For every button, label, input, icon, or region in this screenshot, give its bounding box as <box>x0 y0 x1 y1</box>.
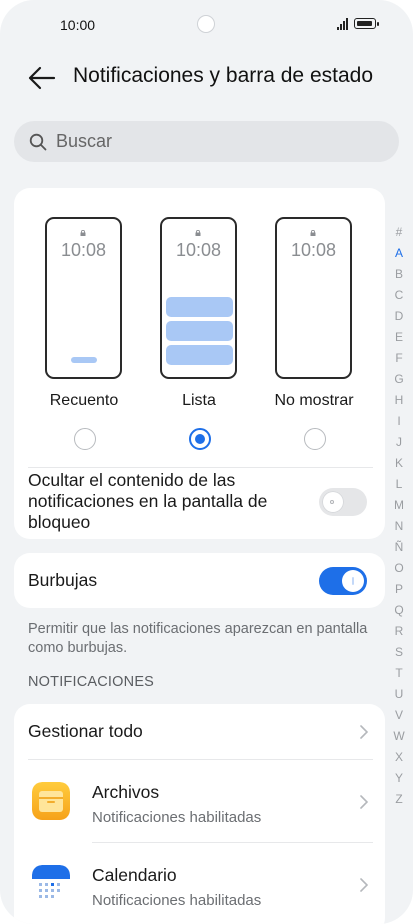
search-icon <box>29 133 47 151</box>
index-letter[interactable]: Q <box>390 600 408 621</box>
folder-icon <box>32 782 70 820</box>
index-letter[interactable]: O <box>390 558 408 579</box>
index-letter[interactable]: C <box>390 285 408 306</box>
preview-notification-bar <box>166 297 233 317</box>
battery-icon <box>354 18 379 29</box>
lock-screen-style-card: 10:08 10:08 10:08 Recuento Lista No most… <box>14 188 385 539</box>
index-letter[interactable]: # <box>390 222 408 243</box>
hide-content-toggle[interactable] <box>319 488 367 516</box>
index-letter[interactable]: H <box>390 390 408 411</box>
radio-no-mostrar[interactable] <box>304 428 326 450</box>
chevron-right-icon <box>360 725 368 739</box>
preview-clock: 10:08 <box>60 240 107 260</box>
manage-all-row[interactable]: Gestionar todo <box>14 704 385 759</box>
style-label-recuento: Recuento <box>49 392 119 409</box>
preview-notification-bar <box>166 321 233 341</box>
count-indicator <box>71 357 97 363</box>
preview-clock: 10:08 <box>290 240 337 260</box>
index-letter[interactable]: G <box>390 369 408 390</box>
bubbles-description: Permitir que las notificaciones aparezca… <box>28 621 368 656</box>
index-letter[interactable]: W <box>390 726 408 747</box>
search-input[interactable]: Buscar <box>14 121 399 162</box>
app-name: Archivos <box>92 782 160 802</box>
status-bar: 10:00 <box>0 0 413 50</box>
lock-icon <box>310 230 316 236</box>
index-letter[interactable]: M <box>390 495 408 516</box>
app-row-calendario[interactable]: Calendario Notificaciones habilitadas <box>14 843 385 924</box>
index-letter[interactable]: Y <box>390 768 408 789</box>
bubbles-label: Burbujas <box>28 570 98 590</box>
index-letter[interactable]: T <box>390 663 408 684</box>
notifications-section-title: NOTIFICACIONES <box>28 674 155 690</box>
bubbles-card: Burbujas <box>14 553 385 608</box>
index-letter[interactable]: F <box>390 348 408 369</box>
index-letter[interactable]: N <box>390 516 408 537</box>
front-camera <box>197 15 215 33</box>
index-letter[interactable]: V <box>390 705 408 726</box>
lock-icon <box>195 230 201 236</box>
alphabet-index[interactable]: # A B C D E F G H I J K L M N Ñ O P Q R S T U V W X Y Z <box>390 222 408 810</box>
signal-icon <box>337 18 348 30</box>
index-letter[interactable]: Z <box>390 789 408 810</box>
index-letter[interactable]: S <box>390 642 408 663</box>
manage-all-label: Gestionar todo <box>28 721 143 741</box>
chevron-right-icon <box>360 878 368 892</box>
style-preview-recuento[interactable]: 10:08 <box>45 217 122 379</box>
preview-clock: 10:08 <box>175 240 222 260</box>
index-letter[interactable]: Ñ <box>390 537 408 558</box>
index-letter[interactable]: A <box>390 243 408 264</box>
divider <box>28 467 373 468</box>
notifications-card: Gestionar todo Archivos Notificaciones h… <box>14 704 385 924</box>
index-letter[interactable]: K <box>390 453 408 474</box>
index-letter[interactable]: P <box>390 579 408 600</box>
hide-content-label: Ocultar el contenido de las notificacion… <box>28 470 268 532</box>
app-status: Notificaciones habilitadas <box>92 809 262 826</box>
status-time: 10:00 <box>60 17 96 33</box>
preview-notification-bar <box>166 345 233 365</box>
chevron-right-icon <box>360 795 368 809</box>
index-letter[interactable]: E <box>390 327 408 348</box>
index-letter[interactable]: J <box>390 432 408 453</box>
app-name: Calendario <box>92 865 177 885</box>
header: Notificaciones y barra de estado <box>0 55 413 101</box>
style-preview-no-mostrar[interactable]: 10:08 <box>275 217 352 379</box>
index-letter[interactable]: R <box>390 621 408 642</box>
index-letter[interactable]: X <box>390 747 408 768</box>
page-title: Notificaciones y barra de estado <box>73 64 373 87</box>
index-letter[interactable]: L <box>390 474 408 495</box>
bubbles-toggle[interactable] <box>319 567 367 595</box>
style-label-no-mostrar: No mostrar <box>274 392 354 409</box>
lock-icon <box>80 230 86 236</box>
search-placeholder: Buscar <box>56 131 113 151</box>
index-letter[interactable]: B <box>390 264 408 285</box>
index-letter[interactable]: D <box>390 306 408 327</box>
index-letter[interactable]: U <box>390 684 408 705</box>
index-letter[interactable]: I <box>390 411 408 432</box>
radio-recuento[interactable] <box>74 428 96 450</box>
radio-lista[interactable] <box>189 428 211 450</box>
app-status: Notificaciones habilitadas <box>92 892 262 909</box>
style-label-lista: Lista <box>182 392 216 409</box>
app-row-archivos[interactable]: Archivos Notificaciones habilitadas <box>14 760 385 842</box>
settings-screen: 10:00 Notificaciones y barra de estado B… <box>0 0 413 924</box>
back-arrow-icon[interactable] <box>27 65 57 91</box>
calendar-icon <box>32 865 70 903</box>
style-preview-lista[interactable]: 10:08 <box>160 217 237 379</box>
